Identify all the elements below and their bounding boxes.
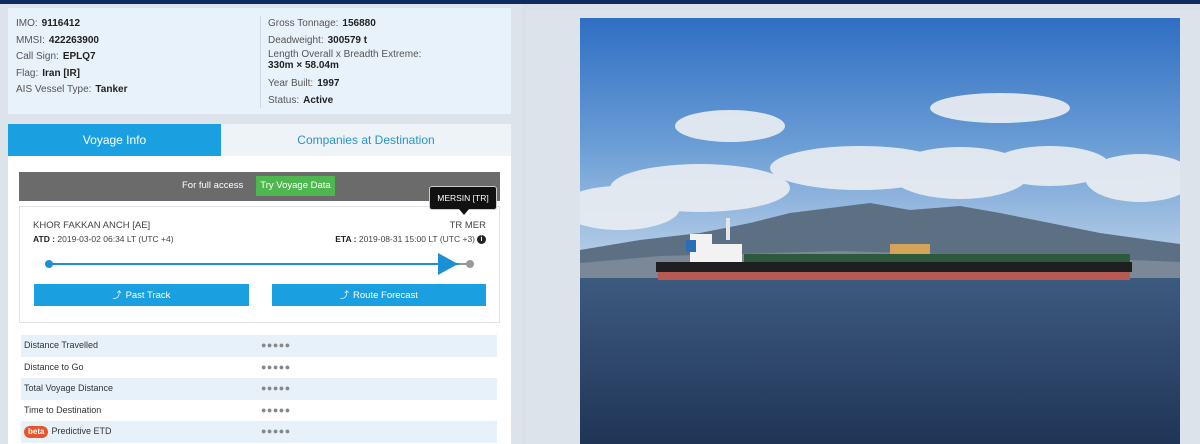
dimensions-value: 330m × 58.04m: [268, 60, 339, 71]
callsign-row: Call Sign: EPLQ7: [16, 51, 96, 62]
gross-tonnage-row: Gross Tonnage: 156880: [268, 18, 376, 29]
voyage-progress-line: [49, 263, 459, 265]
eta-value: 2019-08-31 15:00 LT (UTC +3): [358, 234, 475, 244]
mmsi-value: 422263900: [48, 34, 99, 46]
voyage-stats-table: Distance Travelled ●●●●● Distance to Go ●●…: [21, 335, 497, 443]
departure-port[interactable]: KHOR FAKKAN ANCH [AE]: [33, 220, 150, 231]
beta-badge: beta: [24, 425, 49, 438]
year-built-row: Year Built: 1997: [268, 78, 340, 89]
try-voyage-data-button[interactable]: Try Voyage Data: [256, 176, 335, 196]
full-access-banner: For full access Try Voyage Data: [19, 172, 500, 201]
table-row: Time to Destination ●●●●●: [21, 400, 497, 422]
vessel-type-value: Tanker: [95, 84, 128, 95]
vessel-type-row: AIS Vessel Type: Tanker: [16, 84, 128, 95]
table-row: Distance to Go ●●●●●: [21, 357, 497, 379]
tab-voyage-info[interactable]: Voyage Info: [8, 124, 221, 156]
tab-companies-at-destination[interactable]: Companies at Destination: [221, 124, 511, 156]
track-icon: ⤴: [112, 290, 122, 300]
table-row: beta Predictive ETD ●●●●●: [21, 421, 497, 443]
year-built-value: 1997: [317, 78, 340, 89]
destination-tooltip: MERSIN [TR]: [429, 186, 497, 215]
voyage-card: Voyage Info Companies at Destination For…: [8, 124, 511, 444]
callsign-value: EPLQ7: [62, 51, 96, 62]
dimensions-row: Length Overall x Breadth Extreme: 330m × …: [268, 49, 504, 71]
destination-port[interactable]: TR MER: [450, 220, 486, 231]
route-card: KHOR FAKKAN ANCH [AE] TR MER ATD : 2019-…: [19, 206, 500, 323]
atd-value: 2019-03-02 06:34 LT (UTC +4): [57, 234, 174, 244]
vessel-position-arrow-icon: [438, 253, 458, 275]
status-value: Active: [303, 94, 334, 106]
imo-row: IMO: 9116412: [16, 18, 81, 29]
vessel-details-right-column: Gross Tonnage: 156880 Deadweight: 300579 t…: [268, 16, 504, 109]
table-row: Total Voyage Distance ●●●●●: [21, 378, 497, 400]
forecast-icon: ⤴: [340, 290, 350, 300]
locked-value: ●●●●●: [261, 383, 291, 393]
atd-line: ATD : 2019-03-02 06:34 LT (UTC +4): [33, 234, 174, 244]
vessel-details-card: IMO: 9116412 MMSI: 422263900 Call Sign: EPL…: [8, 8, 511, 114]
vessel-details-left-column: IMO: 9116412 MMSI: 422263900 Call Sign: EPL…: [16, 16, 256, 99]
destination-dot: [466, 260, 474, 268]
deadweight-row: Deadweight: 300579 t: [268, 34, 368, 46]
info-icon[interactable]: i: [477, 235, 486, 245]
eta-line: ETA : 2019-08-31 15:00 LT (UTC +3) i: [335, 234, 486, 245]
locked-value: ●●●●●: [261, 340, 291, 350]
mmsi-row: MMSI: 422263900: [16, 34, 99, 46]
vessel-photo[interactable]: [580, 18, 1180, 444]
deadweight-value: 300579 t: [327, 34, 368, 46]
full-access-text: For full access: [182, 180, 244, 191]
locked-value: ●●●●●: [261, 404, 291, 415]
gross-tonnage-value: 156880: [342, 18, 376, 29]
locked-value: ●●●●●: [261, 361, 291, 372]
flag-value: Iran [IR]: [42, 67, 81, 79]
status-row: Status: Active: [268, 94, 334, 106]
flag-row: Flag: Iran [IR]: [16, 67, 81, 79]
table-row: Distance Travelled ●●●●●: [21, 335, 497, 357]
voyage-tabs: Voyage Info Companies at Destination: [8, 124, 511, 156]
past-track-button[interactable]: ⤴ Past Track: [34, 284, 249, 306]
locked-value: ●●●●●: [261, 426, 291, 436]
details-divider: [260, 16, 261, 108]
departure-dot: [45, 260, 53, 268]
imo-value: 9116412: [41, 18, 81, 29]
route-forecast-button[interactable]: ⤴ Route Forecast: [272, 284, 486, 306]
